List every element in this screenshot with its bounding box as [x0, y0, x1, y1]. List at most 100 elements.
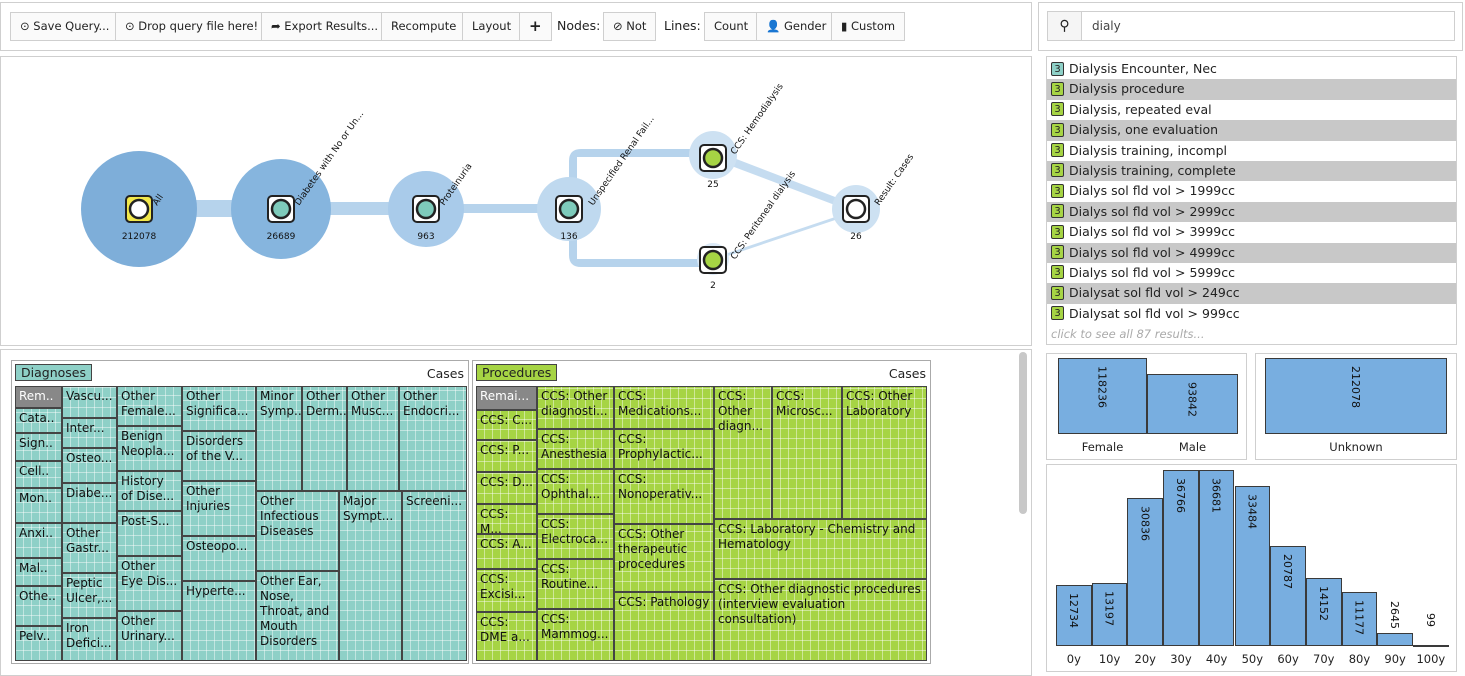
result-item[interactable]: 3 Dialysat sol fld vol > 249cc — [1047, 283, 1456, 304]
save-icon: ⊙ — [20, 19, 30, 33]
procedures-cell[interactable]: CCS: Medications... — [614, 386, 714, 429]
diagnoses-cell[interactable]: Hyperte... — [182, 581, 256, 661]
diagnoses-cell[interactable]: Other Gastr... — [62, 523, 117, 573]
diagnoses-cell[interactable]: Diabe... — [62, 483, 117, 523]
count-button[interactable]: Count — [704, 12, 759, 41]
diagnoses-cell[interactable]: Other Endocri... — [399, 386, 467, 491]
diagnoses-cell[interactable]: Vascu... — [62, 386, 117, 418]
save-query-button[interactable]: ⊙ Save Query... — [10, 12, 120, 41]
diagnoses-cell[interactable]: Other Eye Dis... — [117, 556, 182, 611]
diagnoses-cell[interactable]: Other Injuries — [182, 481, 256, 536]
procedures-cell[interactable]: CCS: Other Laboratory — [842, 386, 927, 519]
layout-button[interactable]: Layout — [462, 12, 522, 41]
diagnoses-cell[interactable]: Post-S... — [117, 511, 182, 556]
result-item[interactable]: 3 Dialysis training, incompl — [1047, 141, 1456, 161]
procedures-cell[interactable]: CCS: M... — [476, 504, 537, 534]
procedures-cell[interactable]: CCS: Nonoperativ... — [614, 469, 714, 524]
procedures-cell[interactable]: CCS: P... — [476, 440, 537, 472]
result-item[interactable]: 3 Dialysis procedure — [1047, 79, 1456, 100]
diagnoses-cell[interactable]: Other Significa... — [182, 386, 256, 431]
recompute-button[interactable]: Recompute — [381, 12, 467, 41]
show-all-results-link[interactable]: click to see all 87 results... — [1047, 324, 1456, 344]
procedures-cell[interactable]: CCS: Prophylactic... — [614, 429, 714, 469]
procedures-cell[interactable]: CCS: Anesthesia — [537, 429, 614, 469]
result-item[interactable]: 3 Dialys sol fld vol > 4999cc — [1047, 242, 1456, 263]
code-type-badge: 3 — [1051, 183, 1064, 198]
gender-button[interactable]: 👤 Gender — [756, 12, 837, 41]
diagnoses-cell[interactable]: Other Musc... — [347, 386, 399, 491]
age-bar-value: 36681 — [1209, 478, 1223, 513]
diagnoses-cell[interactable]: Other Derm... — [302, 386, 347, 491]
procedures-cell[interactable]: CCS: A... — [476, 534, 537, 569]
diagnoses-cell[interactable]: Disorders of the V... — [182, 431, 256, 481]
procedures-cell[interactable]: CCS: Pathology — [614, 592, 714, 661]
age-bar[interactable] — [1377, 633, 1413, 646]
result-item[interactable]: 3 Dialysis, one evaluation — [1047, 120, 1456, 141]
procedures-cell[interactable]: CCS: Excisi... — [476, 569, 537, 612]
procedures-cell[interactable]: CCS: D... — [476, 472, 537, 504]
diagnoses-cell[interactable]: Anxi.. — [15, 523, 62, 558]
procedures-cell[interactable]: CCS: DME a... — [476, 612, 537, 661]
procedures-cell[interactable]: CCS: Other diagn... — [714, 386, 772, 519]
custom-button[interactable]: ▮ Custom — [831, 12, 906, 41]
diagnoses-cell[interactable]: Othe.. — [15, 586, 62, 626]
node-label: CCS: Hemodialysis — [729, 82, 786, 157]
diagnoses-cell[interactable]: Mon.. — [15, 488, 62, 523]
procedures-cell[interactable]: CCS: Other diagnostic procedures (interv… — [714, 579, 927, 661]
procedures-cell[interactable]: CCS: Mammog... — [537, 609, 614, 661]
diagnoses-cell[interactable]: Mal.. — [15, 558, 62, 586]
result-item[interactable]: 3 Dialys sol fld vol > 1999cc — [1047, 181, 1456, 201]
procedures-cell[interactable]: CCS: Other therapeutic procedures — [614, 524, 714, 592]
not-button[interactable]: ⊘ Not — [603, 12, 657, 41]
diagnoses-cell[interactable]: Other Female... — [117, 386, 182, 426]
procedures-cell[interactable]: CCS: Routine... — [537, 559, 614, 609]
result-item[interactable]: 3 Dialys sol fld vol > 5999cc — [1047, 263, 1456, 283]
search-icon[interactable]: ⚲ — [1047, 11, 1082, 41]
diagnoses-cell[interactable]: Peptic Ulcer,... — [62, 573, 117, 618]
procedures-cell[interactable]: CCS: Other diagnosti... — [537, 386, 614, 429]
diagnoses-cell[interactable]: Osteopo... — [182, 536, 256, 581]
result-item[interactable]: 3 Dialysis Encounter, Nec — [1047, 59, 1456, 79]
search-input[interactable] — [1081, 11, 1455, 41]
diagnoses-cell[interactable]: Benign Neopla... — [117, 426, 182, 471]
procedures-cell[interactable]: CCS: Electroca... — [537, 514, 614, 559]
diagnoses-cell[interactable]: Inter... — [62, 418, 117, 448]
diagnoses-cell[interactable]: Iron Defici... — [62, 618, 117, 661]
diagnoses-cell[interactable]: Pelv.. — [15, 626, 62, 661]
add-button[interactable]: + — [519, 12, 552, 41]
procedures-cell[interactable]: CCS: C... — [476, 410, 537, 440]
result-item[interactable]: 3 Dialysis, repeated eval — [1047, 100, 1456, 120]
diagnoses-cell[interactable]: Other Infectious Diseases — [256, 491, 339, 571]
diagnoses-cell[interactable]: History of Dise... — [117, 471, 182, 511]
result-item-label: Dialys sol fld vol > 5999cc — [1069, 264, 1235, 280]
upload-icon: ⊙ — [125, 19, 135, 33]
diagnoses-cell[interactable]: Other Urinary... — [117, 611, 182, 661]
diagnoses-cell[interactable]: Cell.. — [15, 461, 62, 488]
procedures-cell[interactable]: CCS: Laboratory - Chemistry and Hematolo… — [714, 519, 927, 579]
code-type-badge: 3 — [1051, 285, 1064, 300]
diagnoses-cell[interactable]: Rem.. — [15, 386, 62, 408]
diagnoses-cell[interactable]: Cata.. — [15, 408, 62, 433]
diagnoses-cell[interactable]: Major Sympt... — [339, 491, 402, 661]
drop-query-file-button[interactable]: ⊙ Drop query file here! — [115, 12, 269, 41]
age-bar-value: 2645 — [1388, 601, 1402, 629]
result-item[interactable]: 3 Dialys sol fld vol > 3999cc — [1047, 222, 1456, 242]
age-bar[interactable] — [1413, 645, 1449, 647]
export-results-button[interactable]: ➦ Export Results... — [261, 12, 389, 41]
diagnoses-cell[interactable]: Osteo... — [62, 448, 117, 483]
node-count: 2 — [710, 281, 716, 291]
diagnoses-cell[interactable]: Other Ear, Nose, Throat, and Mouth Disor… — [256, 571, 339, 661]
procedures-cell[interactable]: Remai... — [476, 386, 537, 410]
result-item[interactable]: 3 Dialysat sol fld vol > 999cc — [1047, 304, 1456, 324]
node-label: CCS: Peritoneal dialysis — [729, 169, 798, 261]
diagnoses-cell[interactable]: Screeni... — [402, 491, 467, 661]
gender-bar-value: 118236 — [1095, 366, 1109, 408]
result-item[interactable]: 3 Dialysis training, complete — [1047, 160, 1456, 182]
result-item[interactable]: 3 Dialys sol fld vol > 2999cc — [1047, 201, 1456, 223]
procedures-cell[interactable]: CCS: Ophthal... — [537, 469, 614, 514]
age-axis-label: 30y — [1170, 652, 1192, 666]
diagnoses-cell[interactable]: Minor Symp... — [256, 386, 302, 491]
scrollbar-thumb[interactable] — [1019, 352, 1027, 514]
diagnoses-cell[interactable]: Sign.. — [15, 433, 62, 461]
procedures-cell[interactable]: CCS: Microsc... — [772, 386, 842, 519]
